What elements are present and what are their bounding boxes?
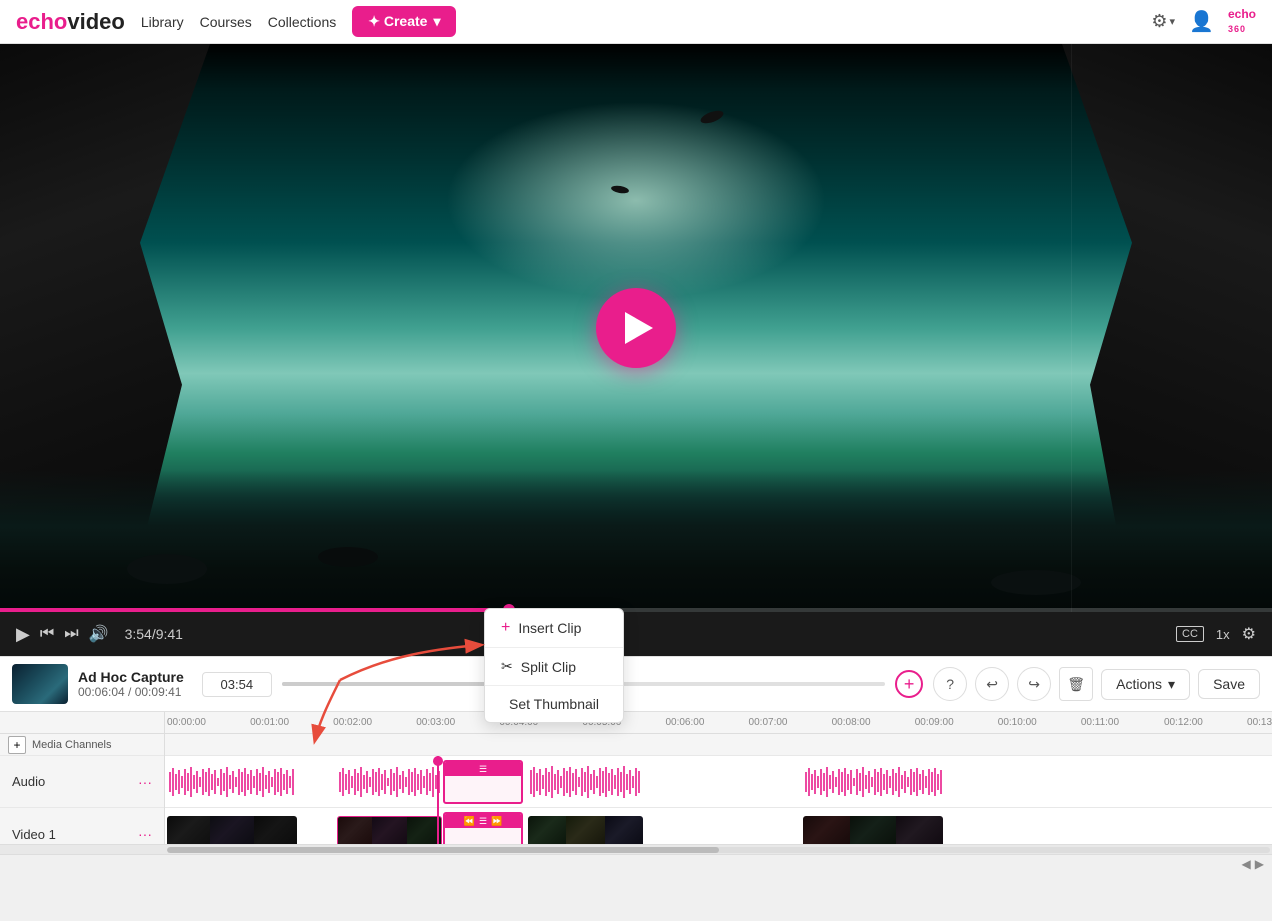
scrollbar-thumb[interactable] xyxy=(167,847,719,853)
save-button[interactable]: Save xyxy=(1198,669,1260,699)
navbar: echovideo Library Courses Collections ✦ … xyxy=(0,0,1272,44)
scroll-left-button[interactable]: ◀ xyxy=(1242,857,1251,871)
nav-library[interactable]: Library xyxy=(141,14,184,30)
scroll-right-button[interactable]: ▶ xyxy=(1255,857,1264,871)
ruler-mark-7: 00:07:00 xyxy=(747,717,830,728)
ruler-mark-10: 00:10:00 xyxy=(996,717,1079,728)
progress-fill xyxy=(0,608,509,612)
add-channel-row: + Media Channels xyxy=(0,734,164,756)
create-chevron: ▾ xyxy=(433,13,440,30)
settings-chevron-icon: ▾ xyxy=(1170,15,1176,28)
time-value: 03:54 xyxy=(221,677,254,692)
delete-button[interactable]: 🗑 xyxy=(1059,667,1093,701)
horizontal-scrollbar[interactable] xyxy=(0,844,1272,854)
settings-icon-btn[interactable]: ⚙ ▾ xyxy=(1151,11,1175,32)
timeline-time-display[interactable]: 03:54 xyxy=(202,672,272,697)
ruler-mark-11: 00:11:00 xyxy=(1079,717,1162,728)
bottom-bar: ◀ ▶ xyxy=(0,854,1272,872)
speed-button[interactable]: 1x xyxy=(1216,627,1230,642)
timeline-tracks: + Media Channels Audio ··· Video 1 ··· xyxy=(0,734,1272,844)
rewind-button[interactable]: ⏮ xyxy=(40,625,54,643)
audio-waveform-3 xyxy=(528,764,643,800)
user-icon-btn[interactable]: 👤 xyxy=(1189,9,1214,34)
context-menu: + Insert Clip ✂ Split Clip Set Thumbnail xyxy=(484,608,624,612)
audio-clip-overlay[interactable]: ☰ xyxy=(443,760,523,804)
nav-right: ⚙ ▾ 👤 echo360 xyxy=(1151,8,1256,34)
playback-controls: ▶ ⏮ ⏭ 🔊 3:54/9:41 CC 1x ⚙ xyxy=(0,612,1272,656)
create-button[interactable]: ✦ Create ▾ xyxy=(352,6,456,37)
play-button[interactable] xyxy=(596,288,676,368)
media-duration: 00:06:04 / 00:09:41 xyxy=(78,685,184,699)
ruler-mark-13: 00:13 xyxy=(1245,717,1272,728)
ruler-mark-9: 00:09:00 xyxy=(913,717,996,728)
help-button[interactable]: ? xyxy=(933,667,967,701)
video-strip-4[interactable] xyxy=(803,816,943,844)
media-info: Ad Hoc Capture 00:06:04 / 00:09:41 xyxy=(78,669,184,699)
audio-menu-button[interactable]: ··· xyxy=(138,774,152,790)
logo[interactable]: echovideo xyxy=(16,9,125,35)
settings-icon: ⚙ xyxy=(1151,11,1167,32)
actions-label: Actions xyxy=(1116,676,1162,692)
redo-button[interactable]: ↪ xyxy=(1017,667,1051,701)
volume-button[interactable]: 🔊 xyxy=(89,624,109,644)
actions-button[interactable]: Actions ▾ xyxy=(1101,669,1190,700)
video-strip-3[interactable] xyxy=(528,816,643,844)
track-labels: + Media Channels Audio ··· Video 1 ··· xyxy=(0,734,165,844)
play-pause-button[interactable]: ▶ xyxy=(16,624,30,645)
video-label: Video 1 xyxy=(12,827,130,842)
context-menu-insert[interactable]: + Insert Clip xyxy=(485,609,623,612)
echo360-logo: echo360 xyxy=(1228,8,1256,34)
cc-badge: CC xyxy=(1176,626,1204,642)
video-menu-button[interactable]: ··· xyxy=(138,826,152,842)
settings-button[interactable]: ⚙ xyxy=(1242,624,1256,644)
timeline-actions-group: ? ↩ ↪ 🗑 Actions ▾ Save xyxy=(933,667,1260,701)
audio-track-label: Audio ··· xyxy=(0,756,164,808)
media-thumbnail xyxy=(12,664,68,704)
timeline-cursor xyxy=(437,756,439,844)
add-media-button[interactable]: + xyxy=(895,670,923,698)
ruler-track-label-spacer xyxy=(0,712,165,733)
video-strip-1[interactable] xyxy=(167,816,297,844)
video-clip-overlay[interactable]: ⏪ ☰ ⏩ 00:03:54 xyxy=(443,812,523,844)
ruler-mark-8: 00:08:00 xyxy=(830,717,913,728)
ruler-mark-2: 00:02:00 xyxy=(331,717,414,728)
video-strip-2[interactable] xyxy=(337,816,442,844)
cursor-head xyxy=(433,756,443,766)
media-channels-label: Media Channels xyxy=(32,739,112,751)
audio-label: Audio xyxy=(12,774,130,789)
cc-button[interactable]: CC xyxy=(1176,626,1204,642)
video-progress-bar[interactable] xyxy=(0,608,1272,612)
ruler-mark-12: 00:12:00 xyxy=(1162,717,1245,728)
actions-chevron-icon: ▾ xyxy=(1168,676,1175,693)
fast-forward-button[interactable]: ⏭ xyxy=(64,625,78,643)
ruler-mark-6: 00:06:00 xyxy=(663,717,746,728)
video-track-row: ⏪ ☰ ⏩ 00:03:54 xyxy=(165,808,1272,844)
track-content: ☰ xyxy=(165,734,1272,844)
scrollbar-track[interactable] xyxy=(167,847,1270,853)
undo-button[interactable]: ↩ xyxy=(975,667,1009,701)
logo-video: video xyxy=(67,9,124,35)
ruler-mark-1: 00:01:00 xyxy=(248,717,331,728)
timeline-ruler: 00:00:00 00:01:00 00:02:00 00:03:00 00:0… xyxy=(0,712,1272,734)
video-track-label: Video 1 ··· xyxy=(0,808,164,860)
audio-waveform-2 xyxy=(337,764,442,800)
media-title: Ad Hoc Capture xyxy=(78,669,184,685)
controls-right: CC 1x ⚙ xyxy=(1176,624,1256,644)
logo-echo: echo xyxy=(16,9,67,35)
user-icon: 👤 xyxy=(1189,11,1214,33)
ruler-mark-0: 00:00:00 xyxy=(165,717,248,728)
video-player[interactable]: + Insert Clip ✂ Split Clip Set Thumbnail xyxy=(0,44,1272,612)
audio-waveform-1 xyxy=(167,764,297,800)
time-display: 3:54/9:41 xyxy=(125,626,183,642)
add-channel-button[interactable]: + xyxy=(8,736,26,754)
nav-collections[interactable]: Collections xyxy=(268,14,336,30)
nav-courses[interactable]: Courses xyxy=(200,14,252,30)
create-label: ✦ Create xyxy=(368,13,427,30)
play-icon xyxy=(625,312,653,344)
audio-track-row: ☰ xyxy=(165,756,1272,808)
ruler-marks: 00:00:00 00:01:00 00:02:00 00:03:00 00:0… xyxy=(165,717,1272,728)
audio-waveform-4 xyxy=(803,764,943,800)
timeline-header: Ad Hoc Capture 00:06:04 / 00:09:41 03:54… xyxy=(0,656,1272,712)
